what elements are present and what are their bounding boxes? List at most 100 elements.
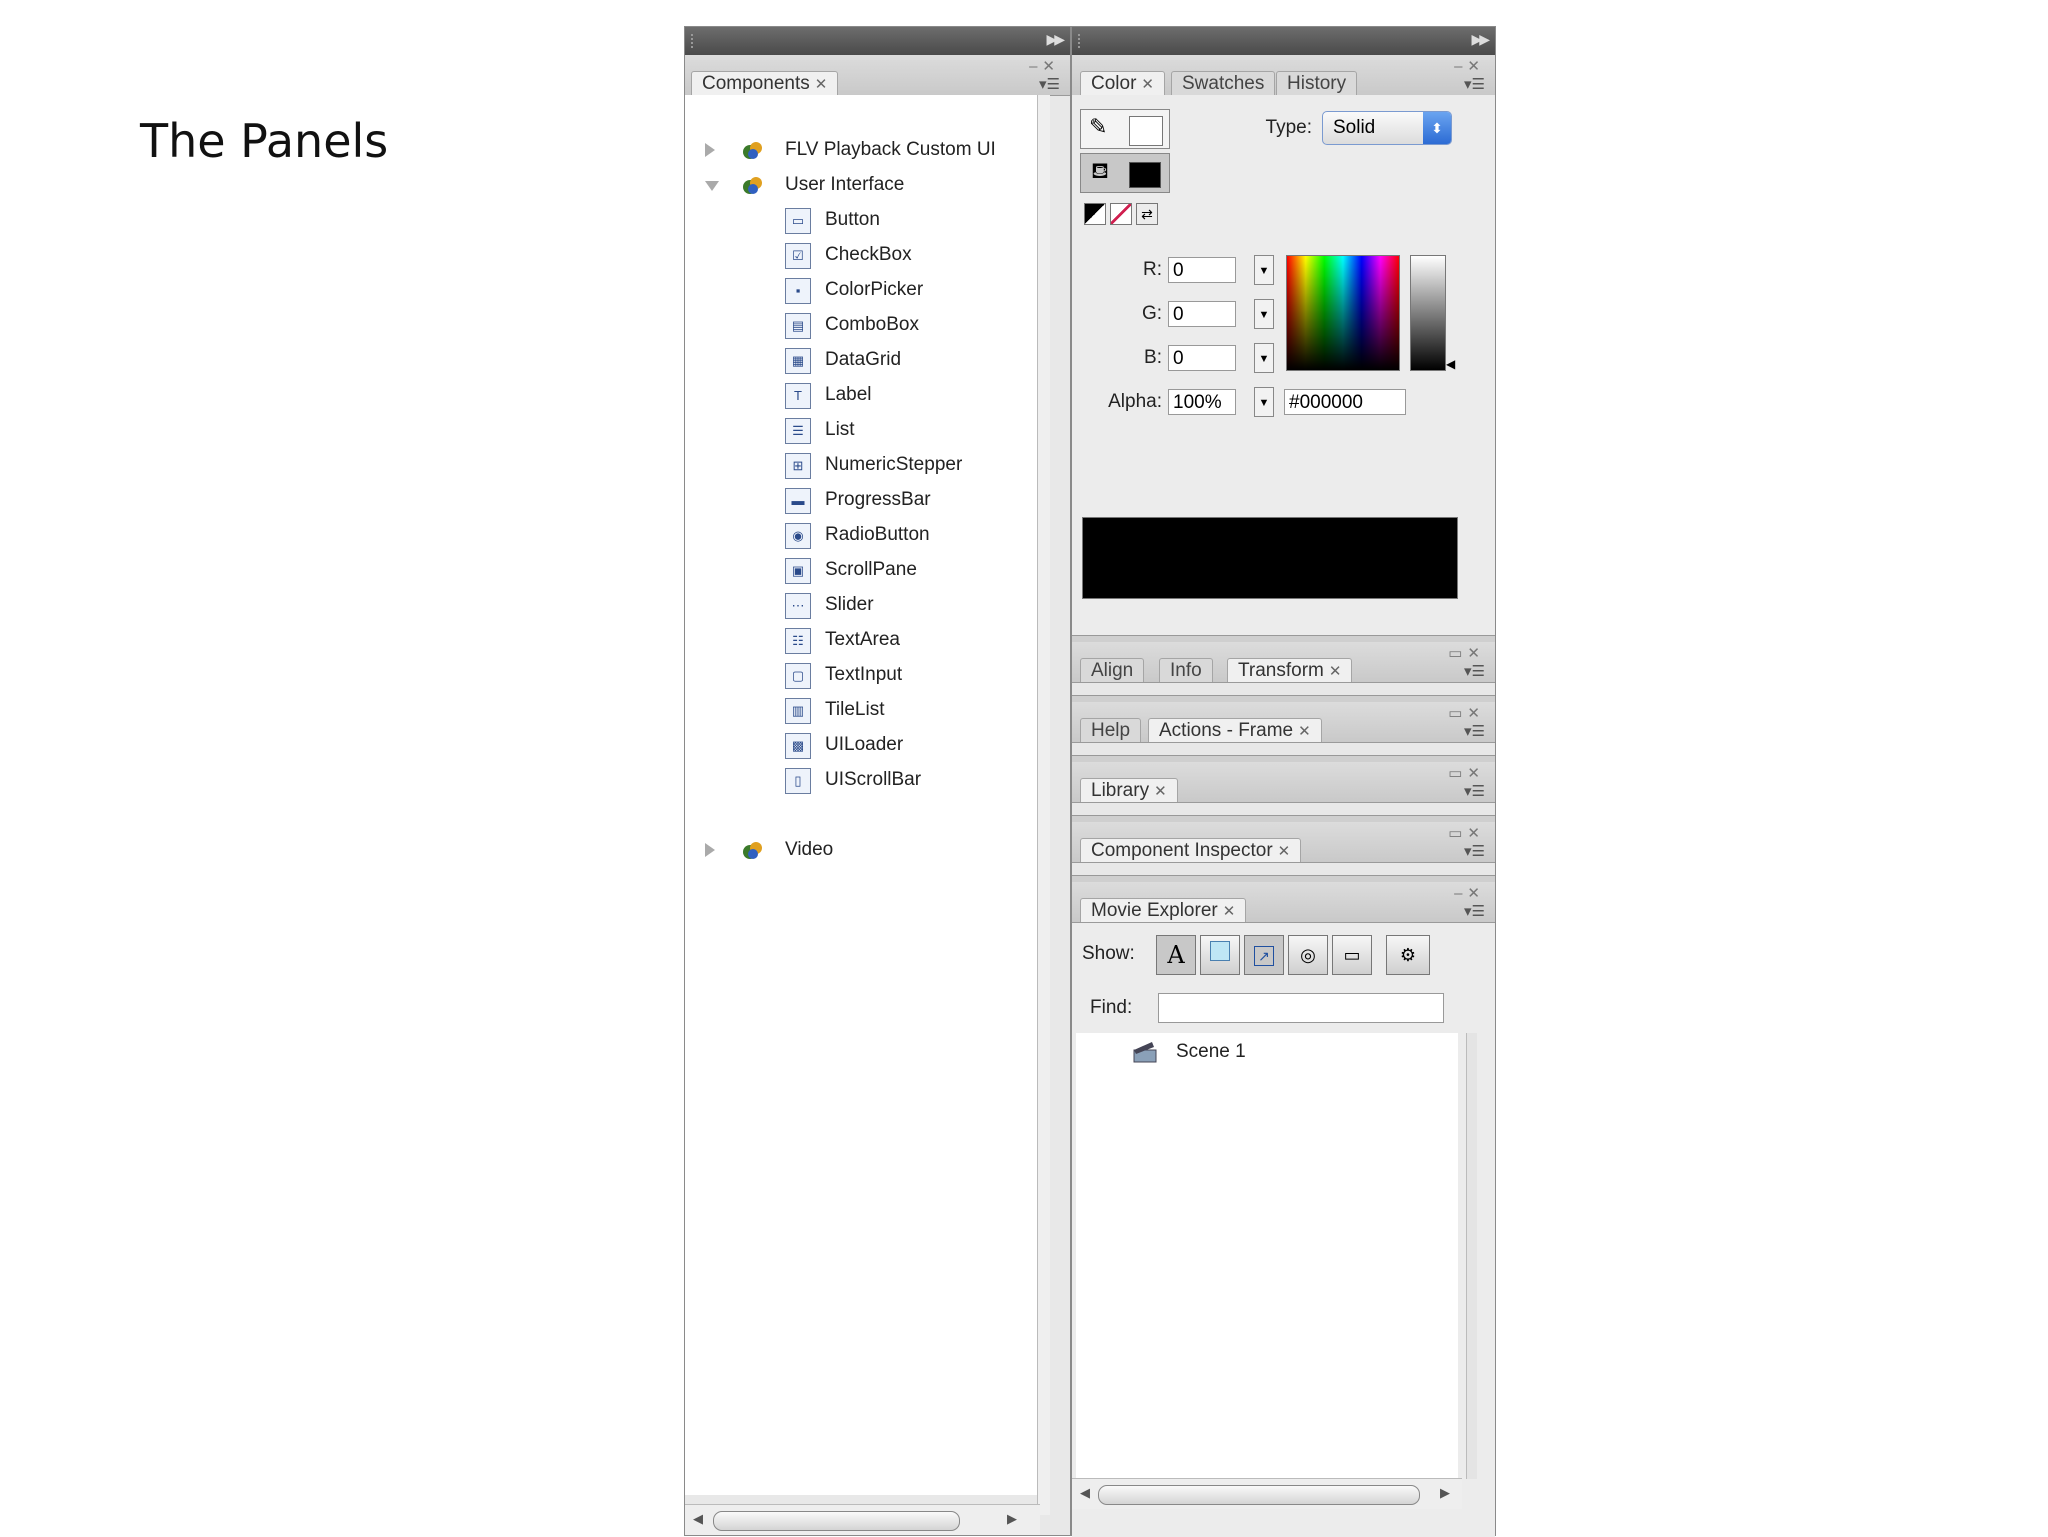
grip-icon[interactable] bbox=[691, 34, 698, 48]
no-color-icon[interactable] bbox=[1110, 203, 1132, 225]
panel-menu-icon[interactable]: ▾☰ bbox=[1464, 75, 1485, 93]
tab-label: Align bbox=[1091, 660, 1134, 681]
scrollbar-thumb[interactable] bbox=[713, 1511, 960, 1531]
expand-arrow-icon[interactable] bbox=[705, 143, 715, 157]
panel-menu-icon[interactable]: ▾☰ bbox=[1464, 722, 1485, 740]
r-dropdown[interactable]: ▼ bbox=[1254, 255, 1274, 285]
swap-colors-icon[interactable]: ⇄ bbox=[1136, 203, 1158, 225]
tab-transform[interactable]: Transform ✕ bbox=[1227, 658, 1353, 682]
black-white-icon[interactable] bbox=[1084, 203, 1106, 225]
g-input[interactable]: 0 bbox=[1168, 301, 1236, 327]
tab-label: Library bbox=[1091, 780, 1150, 801]
find-input[interactable] bbox=[1158, 993, 1444, 1023]
b-dropdown[interactable]: ▼ bbox=[1254, 343, 1274, 373]
close-icon[interactable]: ✕ bbox=[1141, 76, 1154, 93]
scroll-right-icon[interactable]: ▶ bbox=[1440, 1485, 1450, 1501]
horizontal-scrollbar[interactable]: ◀ ▶ bbox=[1072, 1478, 1462, 1509]
panel-window-controls[interactable]: ▭✕ bbox=[1448, 704, 1485, 722]
tab-info[interactable]: Info bbox=[1159, 658, 1213, 682]
scroll-right-icon[interactable]: ▶ bbox=[1007, 1511, 1017, 1527]
collapsed-tab-bar: Component Inspector ✕ ▭✕ ▾☰ bbox=[1072, 822, 1495, 863]
textinput-icon: ▢ bbox=[785, 663, 811, 689]
panel-window-controls[interactable]: –✕ bbox=[1454, 884, 1485, 902]
close-icon[interactable]: ✕ bbox=[1223, 903, 1236, 920]
close-icon[interactable]: ✕ bbox=[815, 76, 828, 93]
color-panel-body: ✎ ⛾ ⇄ Type: Solid ⬍ R: 0 ▼ G: 0 ▼ B: 0 ▼… bbox=[1072, 95, 1495, 635]
panel-window-controls[interactable]: –✕ bbox=[1029, 57, 1060, 75]
tab-help[interactable]: Help bbox=[1080, 718, 1142, 742]
g-dropdown[interactable]: ▼ bbox=[1254, 299, 1274, 329]
slider-pointer-icon[interactable]: ◀ bbox=[1446, 357, 1455, 371]
paint-bucket-icon: ⛾ bbox=[1091, 158, 1109, 183]
customize-icon[interactable]: ⚙ bbox=[1386, 935, 1430, 975]
color-tab-bar: Color ✕ Swatches History –✕ ▾☰ bbox=[1072, 55, 1495, 96]
r-input[interactable]: 0 bbox=[1168, 257, 1236, 283]
tab-history[interactable]: History bbox=[1276, 71, 1358, 95]
tree-label: TextInput bbox=[825, 664, 903, 685]
panel-menu-icon[interactable]: ▾☰ bbox=[1039, 75, 1060, 93]
hex-input[interactable]: #000000 bbox=[1284, 389, 1406, 415]
panel-menu-icon[interactable]: ▾☰ bbox=[1464, 902, 1485, 920]
g-label: G: bbox=[1141, 303, 1162, 324]
close-icon[interactable]: ✕ bbox=[1154, 783, 1167, 800]
actionscript-icon[interactable]: ↗ bbox=[1244, 935, 1284, 975]
scroll-left-icon[interactable]: ◀ bbox=[693, 1511, 703, 1527]
close-icon[interactable]: ✕ bbox=[1298, 723, 1311, 740]
collapse-arrow-icon[interactable] bbox=[705, 181, 719, 191]
close-icon[interactable]: ✕ bbox=[1278, 843, 1291, 860]
tab-label: Actions - Frame bbox=[1159, 720, 1294, 741]
collapse-arrows-icon[interactable]: ▶▶ bbox=[1471, 31, 1489, 48]
b-label: B: bbox=[1144, 347, 1162, 368]
panel-window-controls[interactable]: ▭✕ bbox=[1448, 824, 1485, 842]
dock-title-bar[interactable]: ▶▶ bbox=[1072, 27, 1495, 55]
tab-component-inspector[interactable]: Component Inspector ✕ bbox=[1080, 838, 1302, 862]
tab-movie-explorer[interactable]: Movie Explorer ✕ bbox=[1080, 898, 1247, 922]
list-icon: ☰ bbox=[785, 418, 811, 444]
color-preview-swatch bbox=[1082, 517, 1458, 599]
close-icon[interactable]: ✕ bbox=[1329, 663, 1342, 680]
colorpicker-icon: ▪ bbox=[785, 278, 811, 304]
collapsed-panel-1: Align Info Transform ✕ ▭✕ ▾☰ bbox=[1072, 635, 1495, 695]
fill-color-button[interactable]: ⛾ bbox=[1080, 153, 1170, 193]
b-input[interactable]: 0 bbox=[1168, 345, 1236, 371]
tab-color[interactable]: Color ✕ bbox=[1080, 71, 1165, 95]
panel-window-controls[interactable]: ▭✕ bbox=[1448, 644, 1485, 662]
movie-explorer-tree: Scene 1 bbox=[1076, 1033, 1458, 1479]
collapse-arrows-icon[interactable]: ▶▶ bbox=[1046, 31, 1064, 48]
color-spectrum[interactable] bbox=[1286, 255, 1400, 371]
panel-menu-icon[interactable]: ▾☰ bbox=[1464, 662, 1485, 680]
expand-arrow-icon[interactable] bbox=[705, 843, 715, 857]
symbol-icon[interactable] bbox=[1200, 935, 1240, 975]
vertical-scrollbar[interactable] bbox=[1466, 1033, 1477, 1479]
vertical-scrollbar[interactable] bbox=[1037, 95, 1050, 1515]
stroke-swatch bbox=[1129, 116, 1163, 146]
tab-swatches[interactable]: Swatches bbox=[1171, 71, 1276, 95]
panel-menu-icon[interactable]: ▾☰ bbox=[1464, 782, 1485, 800]
frames-icon[interactable]: ▭ bbox=[1332, 935, 1372, 975]
r-label: R: bbox=[1143, 259, 1162, 280]
tab-actions-frame[interactable]: Actions - Frame ✕ bbox=[1148, 718, 1322, 742]
collapsed-tab-bar: Help Actions - Frame ✕ ▭✕ ▾☰ bbox=[1072, 702, 1495, 743]
brightness-slider[interactable] bbox=[1410, 255, 1446, 371]
dock-title-bar[interactable]: ▶▶ bbox=[685, 27, 1070, 55]
scroll-left-icon[interactable]: ◀ bbox=[1080, 1485, 1090, 1501]
scrollbar-thumb[interactable] bbox=[1098, 1485, 1420, 1505]
tree-label: UILoader bbox=[825, 734, 904, 755]
type-select[interactable]: Solid ⬍ bbox=[1322, 111, 1452, 145]
tab-library[interactable]: Library ✕ bbox=[1080, 778, 1178, 802]
alpha-input[interactable]: 100% bbox=[1168, 389, 1236, 415]
grip-icon[interactable] bbox=[1078, 34, 1085, 48]
panel-window-controls[interactable]: ▭✕ bbox=[1448, 764, 1485, 782]
movie-explorer-body: Show: A ↗ ◎ ▭ ⚙ Find: Scene 1 ◀ ▶ bbox=[1072, 923, 1495, 1537]
alpha-dropdown[interactable]: ▼ bbox=[1254, 387, 1274, 417]
horizontal-scrollbar[interactable]: ◀ ▶ bbox=[685, 1504, 1040, 1535]
panel-window-controls[interactable]: –✕ bbox=[1454, 57, 1485, 75]
panel-menu-icon[interactable]: ▾☰ bbox=[1464, 842, 1485, 860]
tab-align[interactable]: Align bbox=[1080, 658, 1145, 682]
uiscrollbar-icon: ▯ bbox=[785, 768, 811, 794]
textarea-icon: ☷ bbox=[785, 628, 811, 654]
video-sound-icon[interactable]: ◎ bbox=[1288, 935, 1328, 975]
tab-components[interactable]: Components ✕ bbox=[691, 71, 839, 95]
text-icon[interactable]: A bbox=[1156, 935, 1196, 975]
stroke-color-button[interactable]: ✎ bbox=[1080, 109, 1170, 149]
